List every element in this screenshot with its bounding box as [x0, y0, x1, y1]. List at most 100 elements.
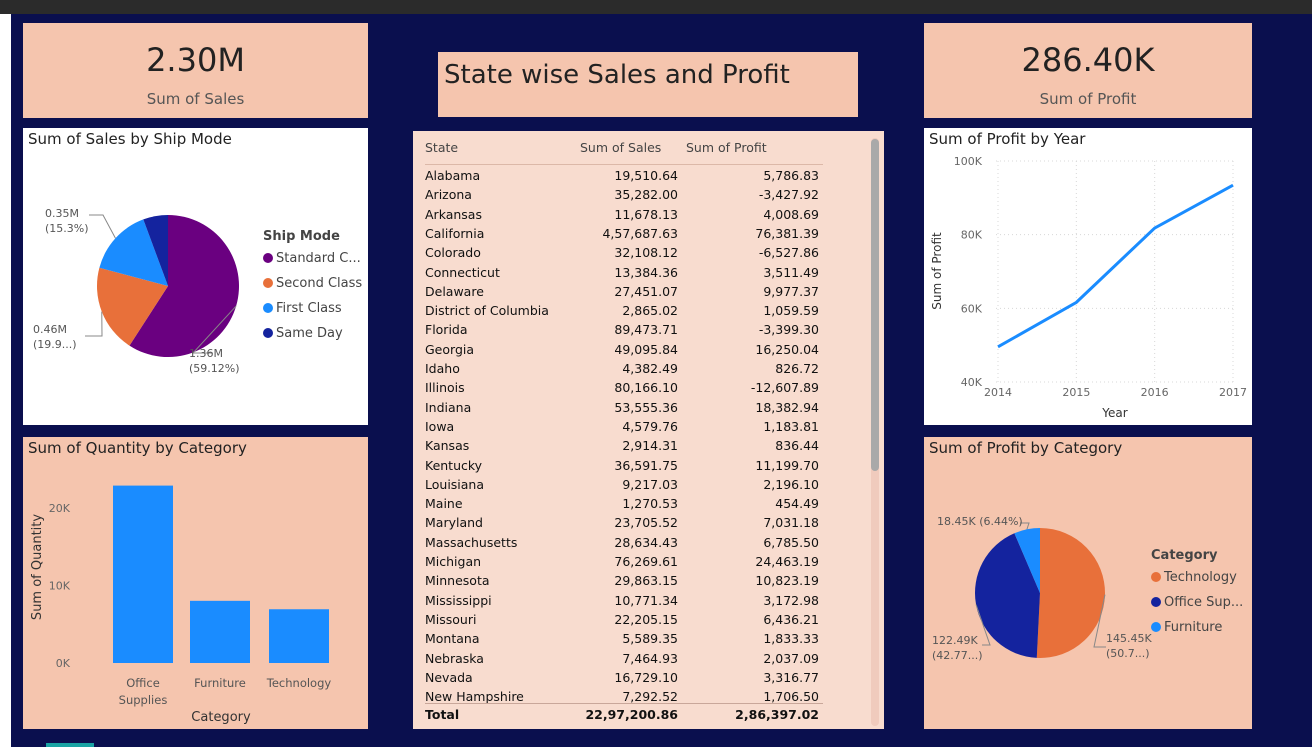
cell-state: Mississippi — [425, 592, 492, 608]
legend-marker-0[interactable] — [1151, 572, 1161, 582]
legend-marker-1[interactable] — [263, 278, 273, 288]
table-total-row[interactable]: Total 22,97,200.86 2,86,397.02 — [425, 705, 823, 724]
table-row[interactable]: Missouri 22,205.15 6,436.21 — [425, 610, 823, 629]
cell-sales: 80,166.10 — [614, 380, 678, 396]
sales-by-ship-mode-card[interactable]: Sum of Sales by Ship Mode 1.36M (59.12%) 0… — [23, 128, 368, 425]
table-row[interactable]: Florida 89,473.71 -3,399.30 — [425, 320, 823, 339]
legend-marker-0[interactable] — [263, 253, 273, 263]
table-row[interactable]: Arkansas 11,678.13 4,008.69 — [425, 205, 823, 224]
table-scrollbar-thumb[interactable] — [871, 139, 879, 471]
legend-marker-2[interactable] — [1151, 622, 1161, 632]
table-row[interactable]: Maine 1,270.53 454.49 — [425, 494, 823, 513]
table-row[interactable]: California 4,57,687.63 76,381.39 — [425, 224, 823, 243]
cell-profit: -6,527.86 — [758, 245, 819, 261]
table-row[interactable]: Iowa 4,579.76 1,183.81 — [425, 417, 823, 436]
cell-profit: 1,183.81 — [763, 418, 819, 434]
pie-slice-0[interactable] — [1036, 528, 1105, 658]
cell-state: Connecticut — [425, 264, 500, 280]
cell-state: Colorado — [425, 245, 481, 261]
table-row[interactable]: Kansas 2,914.31 836.44 — [425, 436, 823, 455]
bar-0[interactable] — [113, 485, 173, 663]
table-row[interactable]: Arizona 35,282.00 -3,427.92 — [425, 185, 823, 204]
profit-line-series[interactable] — [997, 183, 1234, 349]
cell-state: California — [425, 225, 485, 241]
table-row[interactable]: Montana 5,589.35 1,833.33 — [425, 629, 823, 648]
legend-label-3[interactable]: Same Day — [276, 326, 343, 341]
cell-sales: 2,914.31 — [622, 438, 678, 454]
legend-marker-3[interactable] — [263, 328, 273, 338]
x-axis-title: Year — [1101, 406, 1127, 420]
cell-sales: 28,634.43 — [614, 534, 678, 550]
profit-by-year-card[interactable]: Sum of Profit by Year 40K 60K 80K 100K 2014 2… — [924, 128, 1252, 425]
col-header-profit[interactable]: Sum of Profit — [686, 140, 767, 164]
cell-profit: 836.44 — [775, 438, 819, 454]
cell-profit: -3,399.30 — [758, 322, 819, 338]
cell-state: Nebraska — [425, 650, 484, 666]
legend-marker-2[interactable] — [263, 303, 273, 313]
table-row[interactable]: Michigan 76,269.61 24,463.19 — [425, 552, 823, 571]
app-top-bar — [0, 0, 1312, 14]
kpi-card-profit[interactable]: 286.40K Sum of Profit — [924, 23, 1252, 118]
table-row[interactable]: Indiana 53,555.36 18,382.94 — [425, 398, 823, 417]
legend-label-1[interactable]: Office Sup... — [1164, 595, 1243, 610]
table-row[interactable]: Illinois 80,166.10 -12,607.89 — [425, 378, 823, 397]
table-row[interactable]: Alabama 19,510.64 5,786.83 — [425, 166, 823, 185]
table-row[interactable]: Mississippi 10,771.34 3,172.98 — [425, 591, 823, 610]
table-row[interactable]: Nevada 16,729.10 3,316.77 — [425, 668, 823, 687]
report-title-card: State wise Sales and Profit — [438, 52, 858, 117]
bar-2[interactable] — [269, 609, 329, 663]
cell-state: Massachusetts — [425, 534, 518, 550]
kpi-card-sales[interactable]: 2.30M Sum of Sales — [23, 23, 368, 118]
profit-by-category-chart: 145.45K (50.7...) 122.49K (42.77...) 18.45K … — [932, 515, 1243, 662]
kpi-profit-label: Sum of Profit — [1039, 90, 1137, 108]
bar-1[interactable] — [190, 600, 250, 663]
cell-state: Total — [425, 707, 460, 722]
state-sales-profit-table[interactable]: State Sum of Sales Sum of Profit Alabama… — [413, 131, 884, 729]
y-tick-label-0: 0K — [56, 657, 71, 670]
cell-profit: 10,823.19 — [755, 573, 819, 589]
legend-label-2[interactable]: First Class — [276, 301, 342, 316]
cell-profit: -3,427.92 — [758, 187, 819, 203]
table-row[interactable]: Massachusetts 28,634.43 6,785.50 — [425, 533, 823, 552]
profit-by-category-card[interactable]: Sum of Profit by Category 145.45K (50.7..… — [924, 437, 1252, 729]
cell-sales: 76,269.61 — [614, 554, 678, 569]
report-title: State wise Sales and Profit — [444, 60, 790, 90]
pie-pct-label-1: (42.77...) — [932, 649, 983, 662]
table-row[interactable]: Kentucky 36,591.75 11,199.70 — [425, 456, 823, 475]
quantity-by-category-card[interactable]: Sum of Quantity by Category 0K 10K 20K Offi… — [23, 437, 368, 729]
cell-profit: 18,382.94 — [755, 399, 819, 415]
profit-by-year-chart: 40K 60K 80K 100K 2014 2015 2016 2017 Year Sum of … — [930, 155, 1247, 420]
legend-label-1[interactable]: Second Class — [276, 276, 362, 291]
x-axis-title: Category — [191, 710, 251, 725]
cell-profit: 76,381.39 — [755, 225, 819, 241]
page-tab-indicator[interactable] — [46, 743, 94, 747]
cell-state: Montana — [425, 631, 480, 647]
table-row[interactable]: Minnesota 29,863.15 10,823.19 — [425, 571, 823, 590]
legend-label-0[interactable]: Standard C... — [276, 251, 361, 266]
table-row[interactable]: Georgia 49,095.84 16,250.04 — [425, 340, 823, 359]
table-row[interactable]: Connecticut 13,384.36 3,511.49 — [425, 263, 823, 282]
cell-profit: 3,172.98 — [763, 592, 819, 608]
cell-state: Florida — [425, 322, 468, 338]
table-row[interactable]: Idaho 4,382.49 826.72 — [425, 359, 823, 378]
table-row[interactable]: Nebraska 7,464.93 2,037.09 — [425, 649, 823, 668]
cell-sales: 7,464.93 — [622, 650, 678, 666]
pie-data-label-2: 0.35M — [45, 207, 79, 220]
legend-label-2[interactable]: Furniture — [1164, 620, 1222, 635]
cell-sales: 22,205.15 — [614, 611, 678, 627]
cell-sales: 1,270.53 — [622, 496, 678, 512]
legend-marker-1[interactable] — [1151, 597, 1161, 607]
cell-state: Nevada — [425, 669, 473, 685]
cell-state: Alabama — [425, 168, 481, 183]
cell-profit: 11,199.70 — [755, 457, 819, 473]
table-row[interactable]: Louisiana 9,217.03 2,196.10 — [425, 475, 823, 494]
table-row[interactable]: Delaware 27,451.07 9,977.37 — [425, 282, 823, 301]
table-row[interactable]: Maryland 23,705.52 7,031.18 — [425, 513, 823, 532]
col-header-sales[interactable]: Sum of Sales — [580, 140, 661, 164]
table-row[interactable]: District of Columbia 2,865.02 1,059.59 — [425, 301, 823, 320]
col-header-state[interactable]: State — [425, 140, 458, 164]
table-row[interactable]: Colorado 32,108.12 -6,527.86 — [425, 243, 823, 262]
pie-data-label-2: 18.45K (6.44%) — [937, 515, 1023, 528]
pie-data-label-1: 0.46M — [33, 323, 67, 336]
legend-label-0[interactable]: Technology — [1163, 570, 1237, 585]
